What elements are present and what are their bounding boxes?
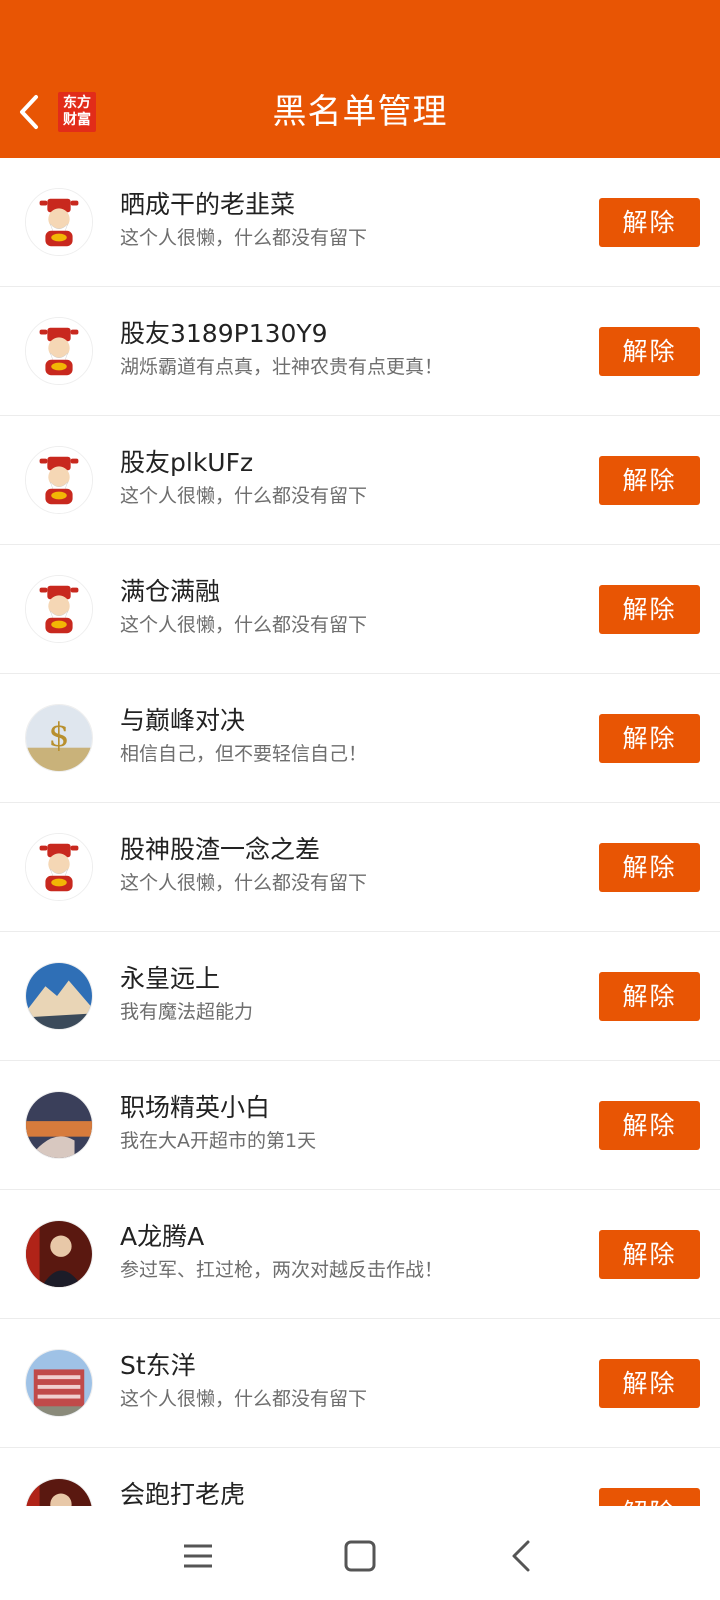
unblock-button[interactable]: 解除 [599,1230,700,1279]
avatar[interactable] [25,1220,93,1288]
user-signature: 湖烁霸道有点真，壮神农贵有点更真！ [120,356,444,378]
user-name: 晒成干的老韭菜 [120,190,296,219]
unblock-button[interactable]: 解除 [599,456,700,505]
avatar[interactable] [25,1478,93,1506]
avatar[interactable]: $ [25,704,93,772]
user-signature: 这个人很懒，什么都没有留下 [120,872,368,894]
unblock-button[interactable]: 解除 [599,1359,700,1408]
blacklist-row: St东洋这个人很懒，什么都没有留下 解除 [0,1319,720,1448]
user-name: A龙腾A [120,1222,205,1251]
unblock-button[interactable]: 解除 [599,843,700,892]
blacklist: 晒成干的老韭菜 这个人很懒，什么都没有留下 解除 股友3189P130Y9 湖烁霸道有点… [0,158,720,1506]
user-signature: 这个人很懒，什么都没有留下 [120,485,368,507]
avatar[interactable] [25,575,93,643]
system-navigation-bar [0,1506,720,1600]
user-name: 与巅峰对决 [120,706,246,735]
blacklist-row: 晒成干的老韭菜这个人很懒，什么都没有留下 解除 [0,158,720,287]
user-name: 满仓满融 [120,577,221,606]
blacklist-row: 满仓满融这个人很懒，什么都没有留下 解除 [0,545,720,674]
unblock-button[interactable]: 解除 [599,1488,700,1506]
user-name: 股神股渣一念之差 [120,835,321,864]
menu-icon [184,1544,212,1568]
blacklist-row: 职场精英小白我在大A开超市的第1天 解除 [0,1061,720,1190]
blacklist-row: 股神股渣一念之差这个人很懒，什么都没有留下 解除 [0,803,720,932]
avatar[interactable] [25,188,93,256]
avatar[interactable] [25,1349,93,1417]
blacklist-row: 股友plkUFz 这个人很懒，什么都没有留下 解除 [0,416,720,545]
avatar[interactable] [25,446,93,514]
user-name: 永皇远上 [120,964,221,993]
user-signature: 参过军、扛过枪，两次对越反击作战！ [120,1259,444,1281]
user-name: 职场精英小白 [120,1093,271,1122]
user-name: 股友plkUFz [120,448,254,477]
blacklist-row: $ 与巅峰对决相信自己，但不要轻信自己！ 解除 [0,674,720,803]
home-button[interactable] [340,1536,380,1576]
menu-button[interactable] [178,1536,218,1576]
blacklist-row: 股友3189P130Y9 湖烁霸道有点真，壮神农贵有点更真！ 解除 [0,287,720,416]
unblock-button[interactable]: 解除 [599,972,700,1021]
user-name: 会跑打老虎 [120,1480,246,1506]
system-back-button[interactable] [502,1536,542,1576]
blacklist-row: 永皇远上我有魔法超能力 解除 [0,932,720,1061]
unblock-button[interactable]: 解除 [599,198,700,247]
avatar[interactable] [25,833,93,901]
user-signature: 我在大A开超市的第1天 [120,1130,317,1152]
user-signature: 相信自己，但不要轻信自己！ [120,743,368,765]
unblock-button[interactable]: 解除 [599,585,700,634]
unblock-button[interactable]: 解除 [599,714,700,763]
user-signature: 这个人很懒，什么都没有留下 [120,614,368,636]
blacklist-row: A龙腾A 参过军、扛过枪，两次对越反击作战！ 解除 [0,1190,720,1319]
page-title: 黑名单管理 [272,92,448,132]
user-name: 股友3189P130Y9 [120,319,328,348]
avatar[interactable] [25,962,93,1030]
avatar[interactable] [25,317,93,385]
unblock-button[interactable]: 解除 [599,327,700,376]
home-square-icon [344,1540,376,1572]
unblock-button[interactable]: 解除 [599,1101,700,1150]
user-signature: 这个人很懒，什么都没有留下 [120,1388,368,1410]
user-signature: 这个人很懒，什么都没有留下 [120,227,368,249]
svg-text:$: $ [49,715,70,754]
user-name: St东洋 [120,1351,196,1380]
user-signature: 我有魔法超能力 [120,1001,254,1023]
app-header: 东方 财富 黑名单管理 [0,0,720,158]
back-triangle-icon [512,1540,530,1572]
avatar[interactable] [25,1091,93,1159]
blacklist-row: 会跑打老虎 解除 [0,1448,720,1506]
